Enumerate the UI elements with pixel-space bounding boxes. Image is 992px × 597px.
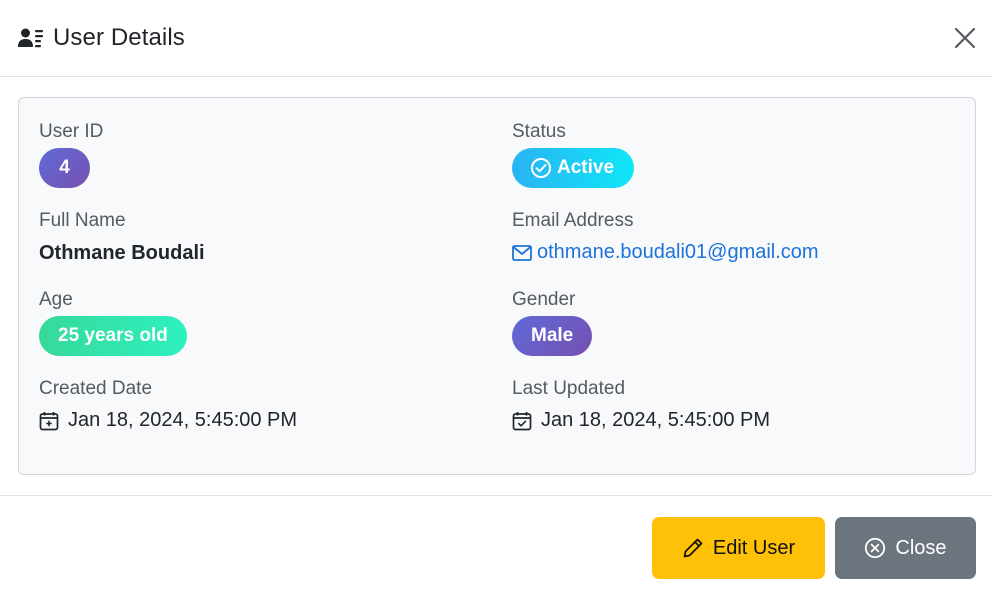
edit-user-label: Edit User <box>712 536 796 559</box>
status-field: Status Active <box>512 120 635 188</box>
calendar-plus-icon <box>39 411 59 431</box>
email-link[interactable]: othmane.boudali01@gmail.com <box>512 241 819 264</box>
calendar-check-icon <box>512 411 532 431</box>
check-circle-icon <box>530 157 552 179</box>
created-date-label: Created Date <box>39 378 153 399</box>
modal-title: User Details <box>53 24 185 51</box>
created-date-row: Jan 18, 2024, 5:45:00 PM <box>39 409 297 432</box>
status-badge: Active <box>512 148 635 188</box>
user-details-card: User ID 4 Status Active Full Name Othman… <box>18 97 976 475</box>
full-name-label: Full Name <box>39 210 126 231</box>
user-id-label: User ID <box>39 121 104 142</box>
full-name-field: Full Name Othmane Boudali <box>39 209 205 265</box>
email-text[interactable]: othmane.boudali01@gmail.com <box>537 241 819 264</box>
pencil-icon <box>682 537 704 559</box>
user-id-badge: 4 <box>39 148 90 188</box>
email-field: Email Address othmane.boudali01@gmail.co… <box>512 209 819 264</box>
gender-label: Gender <box>512 289 576 310</box>
user-lines-icon <box>18 27 44 49</box>
full-name-value: Othmane Boudali <box>39 242 205 264</box>
status-text: Active <box>557 157 615 178</box>
close-button[interactable]: Close <box>835 517 976 579</box>
envelope-icon <box>512 244 532 261</box>
modal-header: User Details <box>0 0 992 77</box>
close-icon[interactable] <box>952 25 978 51</box>
modal-footer: Edit User Close <box>0 495 992 597</box>
status-label: Status <box>512 121 566 142</box>
age-field: Age 25 years old <box>39 288 187 356</box>
last-updated-label: Last Updated <box>512 378 626 399</box>
gender-badge: Male <box>512 316 593 356</box>
created-date-field: Created Date Jan 18, 2024, 5:45:00 PM <box>39 377 297 432</box>
user-id-field: User ID 4 <box>39 120 103 188</box>
created-date-value: Jan 18, 2024, 5:45:00 PM <box>68 409 298 431</box>
gender-field: Gender Male <box>512 288 593 356</box>
last-updated-row: Jan 18, 2024, 5:45:00 PM <box>512 409 770 432</box>
edit-user-button[interactable]: Edit User <box>652 517 825 579</box>
last-updated-field: Last Updated Jan 18, 2024, 5:45:00 PM <box>512 377 770 432</box>
email-label: Email Address <box>512 210 634 231</box>
last-updated-value: Jan 18, 2024, 5:45:00 PM <box>541 409 771 431</box>
close-label: Close <box>895 536 947 559</box>
age-label: Age <box>39 289 73 310</box>
x-circle-icon <box>864 537 886 559</box>
age-badge: 25 years old <box>39 316 187 356</box>
